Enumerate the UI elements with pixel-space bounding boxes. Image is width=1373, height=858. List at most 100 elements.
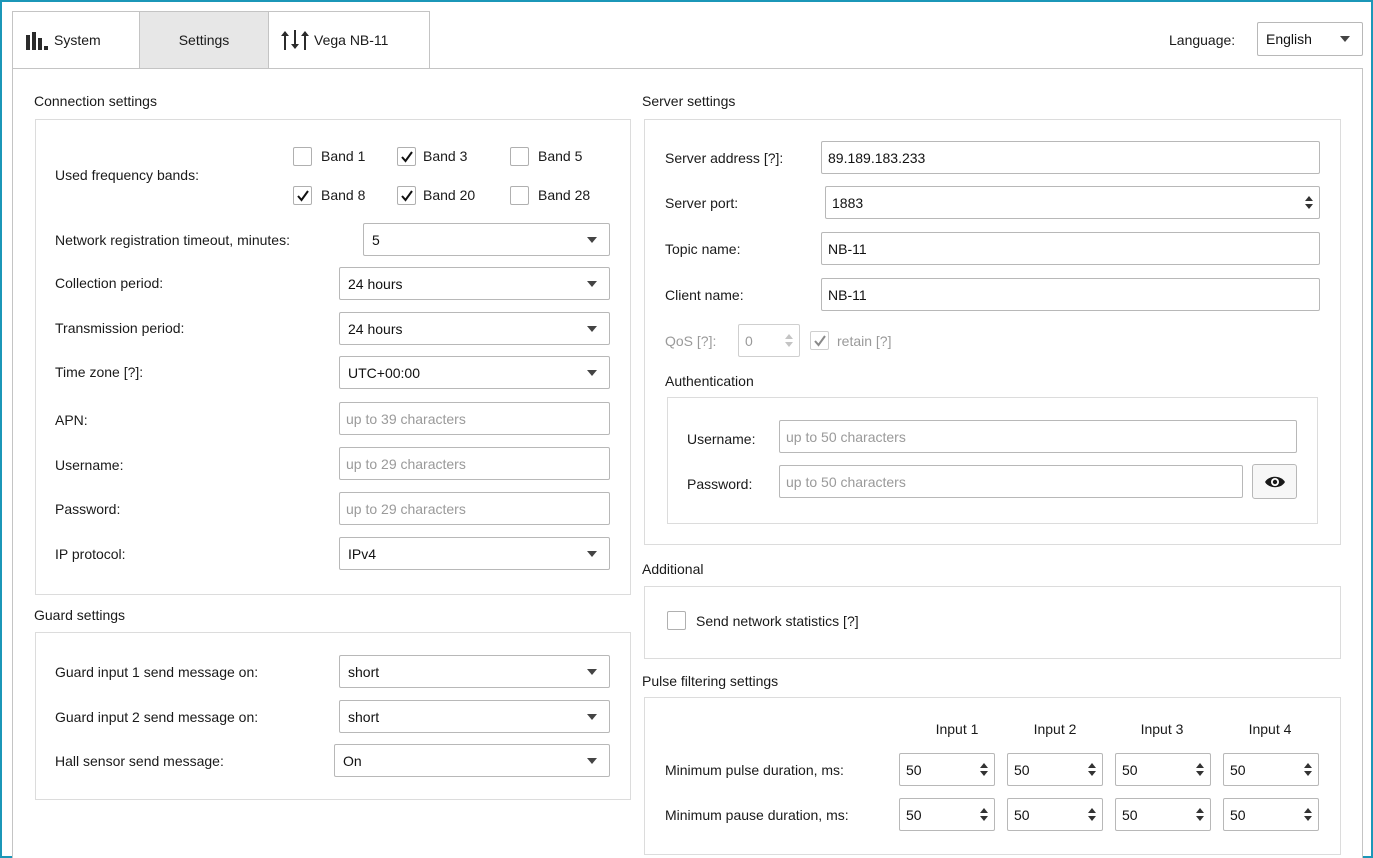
net-stats-checkbox[interactable] [667,611,686,630]
retain-checkbox[interactable] [810,331,829,350]
qos-spinbox[interactable]: 0 [738,324,800,357]
timezone-value: UTC+00:00 [348,364,420,381]
min-pause-input-4[interactable]: 50 [1223,798,1319,831]
band-1-label: Band 1 [321,148,366,164]
band-28-checkbox[interactable] [510,186,529,205]
language-value: English [1266,31,1312,47]
spin-arrows-icon[interactable] [1303,190,1315,215]
min-pause-input-3[interactable]: 50 [1115,798,1211,831]
timezone-select[interactable]: UTC+00:00 [339,356,610,389]
reg-timeout-value: 5 [372,231,380,248]
timezone-label: Time zone [?]: [55,364,144,380]
min-pulse-value: 50 [1122,761,1138,778]
min-pause-value: 50 [1122,806,1138,823]
min-pulse-input-3[interactable]: 50 [1115,753,1211,786]
server-port-spinbox[interactable]: 1883 [825,186,1320,219]
band-5-label: Band 5 [538,148,583,164]
col-input-1: Input 1 [935,721,979,737]
chevron-down-icon [587,236,597,243]
chevron-down-icon [587,369,597,376]
connection-settings-title: Connection settings [34,93,157,109]
transmission-value: 24 hours [348,320,403,337]
topic-name-label: Topic name: [665,241,741,257]
band-8-checkbox[interactable] [293,186,312,205]
tab-device-label: Vega NB-11 [314,32,389,48]
server-address-label: Server address [?]: [665,150,784,166]
spin-arrows-icon[interactable] [1086,802,1098,827]
spin-arrows-icon[interactable] [978,802,990,827]
min-pause-input-2[interactable]: 50 [1007,798,1103,831]
check-icon [400,189,413,202]
show-password-button[interactable] [1252,464,1297,499]
conn-password-label: Password: [55,501,121,517]
apn-label: APN: [55,412,88,428]
check-icon [400,150,413,163]
band-20-checkbox[interactable] [397,186,416,205]
col-input-2: Input 2 [1033,721,1077,737]
col-input-3: Input 3 [1140,721,1184,737]
check-icon [296,189,309,202]
hall-sensor-select[interactable]: On [334,744,610,777]
auth-password-label: Password: [687,476,753,492]
band-3-checkbox[interactable] [397,147,416,166]
tab-device[interactable]: Vega NB-11 [268,11,430,68]
guard-input1-label: Guard input 1 send message on: [55,664,259,680]
net-stats-label: Send network statistics [?] [696,613,859,629]
guard-input2-select[interactable]: short [339,700,610,733]
min-pause-input-1[interactable]: 50 [899,798,995,831]
guard-input1-select[interactable]: short [339,655,610,688]
chevron-down-icon [587,668,597,675]
language-select[interactable]: English [1257,22,1363,56]
guard-input1-value: short [348,663,380,680]
tab-system-label: System [54,32,101,48]
transmission-select[interactable]: 24 hours [339,312,610,345]
col-input-4: Input 4 [1248,721,1292,737]
spin-arrows-icon[interactable] [783,328,795,353]
transmission-label: Transmission period: [55,320,185,336]
qos-value: 0 [745,332,753,349]
conn-username-field[interactable]: up to 29 characters [339,447,610,480]
spin-arrows-icon[interactable] [1302,802,1314,827]
band-20-label: Band 20 [423,187,476,203]
language-label: Language: [1169,32,1236,48]
spin-arrows-icon[interactable] [1302,757,1314,782]
min-pulse-input-4[interactable]: 50 [1223,753,1319,786]
eye-icon [1264,476,1285,487]
chevron-down-icon [587,713,597,720]
server-address-field[interactable]: 89.189.183.233 [821,141,1320,174]
min-pause-value: 50 [1014,806,1030,823]
min-pulse-value: 50 [1230,761,1246,778]
reg-timeout-select[interactable]: 5 [363,223,610,256]
spin-arrows-icon[interactable] [978,757,990,782]
tab-settings-label: Settings [178,32,230,48]
auth-username-label: Username: [687,431,756,447]
retain-label: retain [?] [837,333,892,349]
collection-value: 24 hours [348,275,403,292]
topic-name-field[interactable]: NB-11 [821,232,1320,265]
client-name-label: Client name: [665,287,744,303]
tab-settings[interactable]: Settings [139,11,269,68]
chevron-down-icon [587,325,597,332]
min-pulse-input-1[interactable]: 50 [899,753,995,786]
conn-password-field[interactable]: up to 29 characters [339,492,610,525]
client-name-field[interactable]: NB-11 [821,278,1320,311]
band-5-checkbox[interactable] [510,147,529,166]
spin-arrows-icon[interactable] [1194,802,1206,827]
min-pulse-input-2[interactable]: 50 [1007,753,1103,786]
ip-protocol-select[interactable]: IPv4 [339,537,610,570]
collection-select[interactable]: 24 hours [339,267,610,300]
band-28-label: Band 28 [538,187,591,203]
min-pause-value: 50 [1230,806,1246,823]
spin-arrows-icon[interactable] [1086,757,1098,782]
tab-system[interactable]: System [12,11,140,68]
band-1-checkbox[interactable] [293,147,312,166]
server-settings-title: Server settings [642,93,736,109]
spin-arrows-icon[interactable] [1194,757,1206,782]
qos-label: QoS [?]: [665,333,717,349]
chevron-down-icon [587,550,597,557]
auth-username-field[interactable]: up to 50 characters [779,420,1297,453]
auth-password-field[interactable]: up to 50 characters [779,465,1243,498]
min-pause-label: Minimum pause duration, ms: [665,807,849,823]
sliders-icon [281,30,311,50]
apn-field[interactable]: up to 39 characters [339,402,610,435]
